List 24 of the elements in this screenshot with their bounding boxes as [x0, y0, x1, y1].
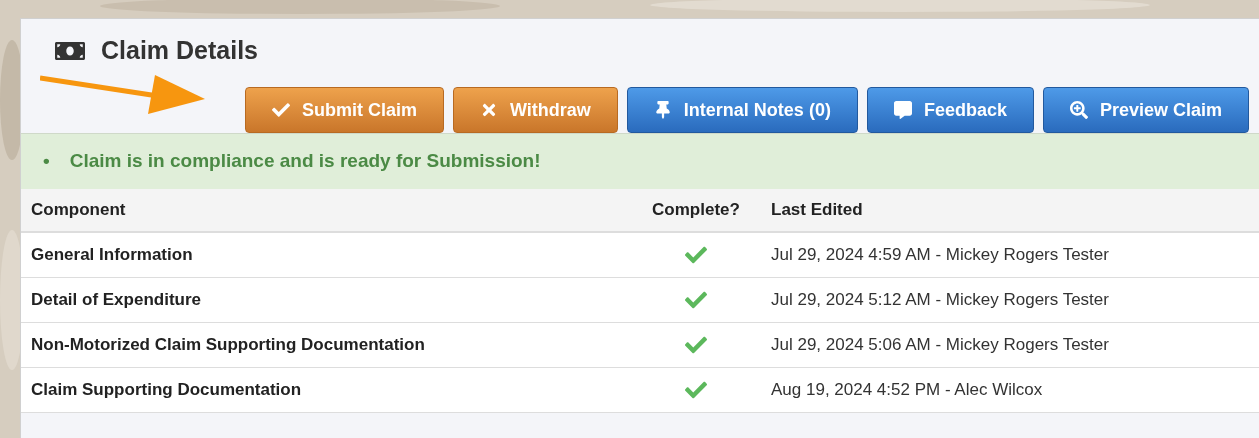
- table-cell-text: Non-Motorized Claim Supporting Documentation: [30, 334, 426, 357]
- table-cell-text: Jul 29, 2024 5:06 AM - Mickey Rogers Tester: [771, 334, 1109, 357]
- table-cell-text: Jul 29, 2024 4:59 AM - Mickey Rogers Tester: [771, 244, 1109, 267]
- table-cell-text: Aug 19, 2024 4:52 PM - Alec Wilcox: [771, 379, 1043, 402]
- action-button[interactable]: Internal Notes (0): [626, 87, 858, 133]
- alert-message: Claim is in compliance and is ready for Submission!: [69, 149, 541, 174]
- close-icon: [480, 101, 498, 119]
- zoom-in-icon: [1069, 101, 1088, 119]
- check-icon: [272, 101, 290, 119]
- bullet: •: [43, 149, 50, 174]
- column-header: Component: [30, 199, 127, 222]
- column-header: Complete?: [651, 199, 741, 222]
- table-cell-text: Claim Supporting Documentation: [30, 379, 303, 402]
- action-button[interactable]: Preview Claim: [1042, 87, 1249, 133]
- page-title: Claim Details: [101, 35, 258, 67]
- speech-bubble-icon: [893, 101, 912, 119]
- action-button[interactable]: Withdraw: [453, 87, 618, 133]
- column-header: Last Edited: [771, 199, 863, 222]
- action-button[interactable]: Feedback: [866, 87, 1034, 133]
- table-cell-text: General Information: [30, 244, 194, 267]
- table-cell-text: Jul 29, 2024 5:12 AM - Mickey Rogers Tester: [771, 289, 1109, 312]
- action-button[interactable]: Submit Claim: [245, 87, 444, 133]
- pin-icon: [653, 101, 672, 119]
- table-cell-text: Detail of Expenditure: [30, 289, 203, 312]
